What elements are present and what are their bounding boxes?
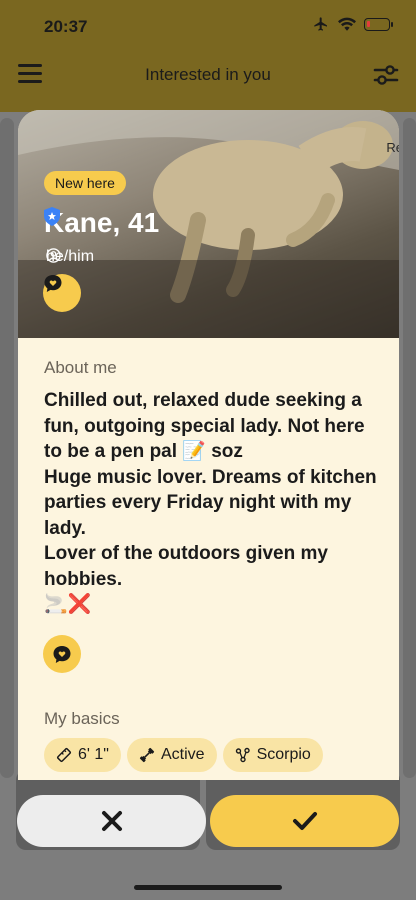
- profile-card: Re New here Kane, 41 he/him About me Chi…: [18, 110, 399, 780]
- basics-chip-zodiac: Scorpio: [222, 738, 323, 772]
- compliment-button[interactable]: [43, 274, 81, 312]
- profile-photo[interactable]: Re New here Kane, 41 he/him: [18, 110, 399, 338]
- chat-bubble-icon: [44, 275, 62, 292]
- battery-low-icon: [364, 17, 393, 31]
- new-here-badge: New here: [44, 171, 126, 195]
- zodiac-icon: [235, 747, 250, 763]
- app-header: 20:37 Interested in you: [0, 0, 416, 112]
- pass-button[interactable]: [17, 795, 206, 847]
- basics-chip-exercise: Active: [126, 738, 217, 772]
- filter-icon[interactable]: [372, 61, 400, 89]
- check-icon: [292, 812, 317, 830]
- ruler-icon: [57, 748, 71, 762]
- basics-chip-label: Active: [160, 746, 205, 763]
- close-icon: [101, 811, 122, 831]
- about-me-label: About me: [44, 358, 117, 377]
- status-bar: 20:37: [0, 0, 416, 54]
- about-me-text: Chilled out, relaxed dude seeking a fun,…: [44, 390, 377, 615]
- status-time: 20:37: [44, 17, 88, 36]
- compliment-button[interactable]: [43, 635, 81, 673]
- pronoun-row: he/him: [46, 248, 94, 266]
- nav-row: Interested in you: [0, 56, 416, 96]
- wifi-icon: [338, 17, 356, 31]
- chat-bubble-icon: [53, 645, 71, 663]
- like-button[interactable]: [210, 795, 399, 847]
- background-card: [403, 118, 416, 778]
- basics-chip-label: 6' 1": [78, 746, 109, 763]
- home-indicator: [134, 885, 282, 890]
- dumbbell-icon: [139, 747, 155, 763]
- my-basics-label: My basics: [44, 709, 120, 728]
- verified-shield-icon: [44, 207, 60, 226]
- photo-overlay-text: Re: [386, 140, 399, 155]
- basics-chips: 6' 1" Active Scorpio: [44, 738, 323, 772]
- status-icons: [312, 16, 393, 32]
- profile-name: Kane, 41: [44, 207, 160, 238]
- background-card: [0, 118, 14, 778]
- basics-chip-label: Scorpio: [256, 746, 311, 763]
- person-circle-icon: [46, 248, 61, 263]
- page-title: Interested in you: [145, 65, 271, 84]
- name-row: Kane, 41: [44, 207, 159, 239]
- basics-chip-height: 6' 1": [44, 738, 121, 772]
- airplane-icon: [314, 17, 327, 31]
